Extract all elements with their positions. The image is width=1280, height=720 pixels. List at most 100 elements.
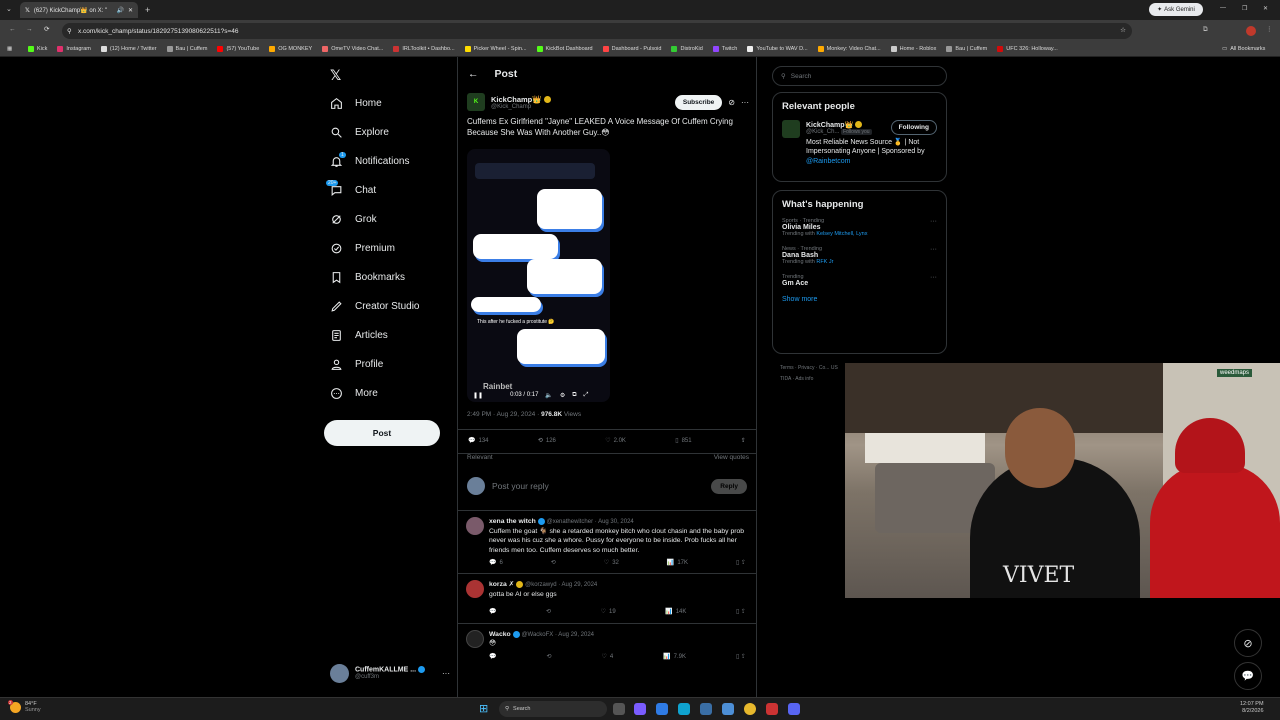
bookmark-item[interactable]: KickBot Dashboard — [536, 46, 593, 52]
weather-widget[interactable]: 2 84°F Sunny — [8, 699, 41, 713]
bookmark-item[interactable]: Home - Roblox — [890, 46, 936, 52]
reply-avatar[interactable] — [466, 517, 484, 535]
like-action[interactable]: ♡ 19 — [601, 608, 616, 616]
views-action[interactable]: 📊 14K — [665, 608, 686, 616]
bookmark-item[interactable]: OG MONKEY — [269, 46, 312, 52]
apps-icon[interactable]: ▦ — [7, 46, 12, 52]
bookmark-item[interactable]: Instagram — [57, 46, 91, 52]
views-action[interactable]: 📊 17K — [667, 559, 688, 567]
browser-tab-active[interactable]: 𝕏 (627) KickChamp👑 on X: " 🔊 ✕ — [20, 2, 138, 18]
bookmark-icon[interactable]: ▯ ⇪ — [736, 608, 746, 616]
clock[interactable]: 12:07 PM 8/2/2026 — [1240, 701, 1264, 715]
address-bar[interactable]: ⚲ x.com/kick_champ/status/18292751390806… — [62, 23, 1132, 39]
new-tab-icon[interactable]: + — [145, 5, 150, 15]
bookmark-item[interactable]: OmeTV Video Chat... — [322, 46, 383, 52]
bookmark-item[interactable]: IRLToolkit • Dashbo... — [393, 46, 455, 52]
settings-icon[interactable]: ⚙ — [560, 392, 565, 399]
back-icon[interactable]: ← — [9, 26, 16, 33]
more-dots-icon[interactable]: ··· — [930, 274, 937, 281]
minimize-icon[interactable]: — — [1220, 5, 1226, 11]
close-window-icon[interactable]: ✕ — [1263, 5, 1268, 12]
copilot-icon[interactable] — [634, 703, 646, 715]
bookmark-item[interactable]: Kick — [28, 46, 47, 52]
like-action[interactable]: ♡ 32 — [604, 559, 619, 567]
like-action[interactable]: ♡ 4 — [601, 653, 613, 661]
like-action[interactable]: ♡ 2.0K — [605, 437, 626, 445]
reply-avatar[interactable] — [466, 580, 484, 599]
bookmark-item[interactable]: Bau | Cuffem — [946, 46, 987, 52]
reply-avatar[interactable] — [466, 629, 484, 648]
subscribe-button[interactable]: Subscribe — [674, 94, 723, 110]
person-name[interactable]: KickChamp👑 — [806, 122, 853, 129]
views-action[interactable]: 📊 7.9K — [663, 653, 686, 661]
reply-author[interactable]: korza ✗ — [489, 581, 514, 588]
compose-post-button[interactable]: Post — [324, 420, 440, 446]
messages-float-button[interactable]: 💬 — [1234, 662, 1262, 690]
nav-creator-studio[interactable]: Creator Studio — [324, 292, 454, 321]
bookmark-item[interactable]: YouTube to WAV D... — [747, 46, 808, 52]
nav-bookmarks[interactable]: Bookmarks — [324, 263, 454, 292]
bookmark-item[interactable]: Twitch — [712, 46, 737, 52]
bookmark-item[interactable]: UFC 326: Holloway... — [997, 46, 1058, 52]
explorer-icon[interactable] — [700, 703, 712, 715]
nav-home[interactable]: Home — [324, 89, 454, 118]
bookmark-item[interactable]: (57) YouTube — [217, 46, 259, 52]
task-view-icon[interactable] — [613, 703, 625, 715]
trend-item[interactable]: Trending Gm Ace ··· — [782, 274, 937, 287]
trend-item[interactable]: News · Trending Dana Bash Trending with … — [782, 246, 937, 265]
bio-link[interactable]: @Rainbetcom — [806, 158, 850, 165]
bookmark-action[interactable]: ▯ 851 — [675, 437, 691, 445]
grok-float-button[interactable]: ⊘ — [1234, 629, 1262, 657]
bookmark-icon[interactable]: ▯ ⇪ — [736, 653, 746, 661]
nav-grok[interactable]: Grok — [324, 205, 454, 234]
maximize-icon[interactable]: ❐ — [1242, 5, 1247, 12]
bookmark-item[interactable]: Picker Wheel - Spin... — [464, 46, 527, 52]
edge-icon[interactable] — [656, 703, 668, 715]
reply-author[interactable]: Wacko — [489, 631, 511, 638]
more-dots-icon[interactable]: ··· — [930, 246, 937, 253]
reply-input[interactable]: Post your reply — [492, 481, 704, 491]
back-arrow-icon[interactable]: ← — [468, 68, 479, 80]
show-more-link[interactable]: Show more — [782, 296, 937, 303]
reply-action[interactable]: 💬 6 — [489, 559, 503, 567]
footer-links[interactable]: Terms · Privacy · Co... US TIDA · Ads in… — [780, 363, 842, 385]
bookmark-item[interactable]: Bau | Cuffem — [166, 46, 207, 52]
profile-avatar-icon[interactable] — [1246, 26, 1256, 36]
obs-icon[interactable] — [766, 703, 778, 715]
repost-action[interactable]: ⟲ — [546, 608, 551, 616]
nav-chat[interactable]: 20+ Chat — [324, 176, 454, 205]
more-dots-icon[interactable]: ··· — [930, 218, 937, 225]
grok-analyze-icon[interactable]: ⊘ — [728, 98, 735, 107]
mail-icon[interactable] — [722, 703, 734, 715]
forward-icon[interactable]: → — [26, 26, 33, 33]
reply-action[interactable]: 💬 134 — [468, 437, 489, 445]
trend-item[interactable]: Sports · Trending Olivia Miles Trending … — [782, 218, 937, 237]
fullscreen-icon[interactable]: ⤢ — [584, 392, 589, 399]
person-avatar[interactable] — [782, 120, 800, 138]
reply-author[interactable]: xena the witch — [489, 518, 536, 525]
view-quotes-link[interactable]: View quotes — [714, 454, 749, 461]
bookmark-item[interactable]: (12) Home / Twitter — [100, 46, 157, 52]
share-action[interactable]: ⇪ — [741, 437, 746, 444]
menu-icon[interactable]: ⋮ — [1266, 25, 1273, 33]
reply-item[interactable]: Wacko @WackoFX · Aug 29, 2024 😳 💬 ⟲ ♡ 4 📊… — [458, 622, 756, 667]
pip-icon[interactable]: ⧉ — [572, 392, 576, 399]
video-player[interactable]: This after he fucked a prostitute 🤔 Rain… — [467, 149, 610, 402]
trend-with-link[interactable]: Kelsey Mitchell, Lynx — [816, 231, 867, 237]
nav-notifications[interactable]: 1 Notifications — [324, 147, 454, 176]
mute-icon[interactable]: 🔊 — [116, 7, 123, 14]
trend-with-link[interactable]: RFK Jr — [816, 259, 833, 265]
store-icon[interactable] — [678, 703, 690, 715]
reply-item[interactable]: korza ✗ @korzawyd · Aug 29, 2024 gotta b… — [458, 573, 756, 622]
volume-icon[interactable]: 🔈 — [545, 392, 552, 399]
extensions-icon[interactable]: ⧉ — [1203, 26, 1208, 34]
pause-icon[interactable]: ❚❚ — [473, 392, 483, 399]
search-input[interactable]: ⚲ Search — [772, 66, 947, 86]
reply-action[interactable]: 💬 — [489, 653, 496, 661]
discord-icon[interactable] — [788, 703, 800, 715]
author-avatar[interactable]: K — [467, 93, 485, 111]
taskbar-search[interactable]: ⚲ Search — [499, 701, 607, 717]
bookmark-star-icon[interactable]: ☆ — [1120, 26, 1126, 34]
repost-action[interactable]: ⟲ — [546, 653, 551, 661]
ask-gemini-button[interactable]: ✦ Ask Gemini — [1149, 3, 1203, 16]
